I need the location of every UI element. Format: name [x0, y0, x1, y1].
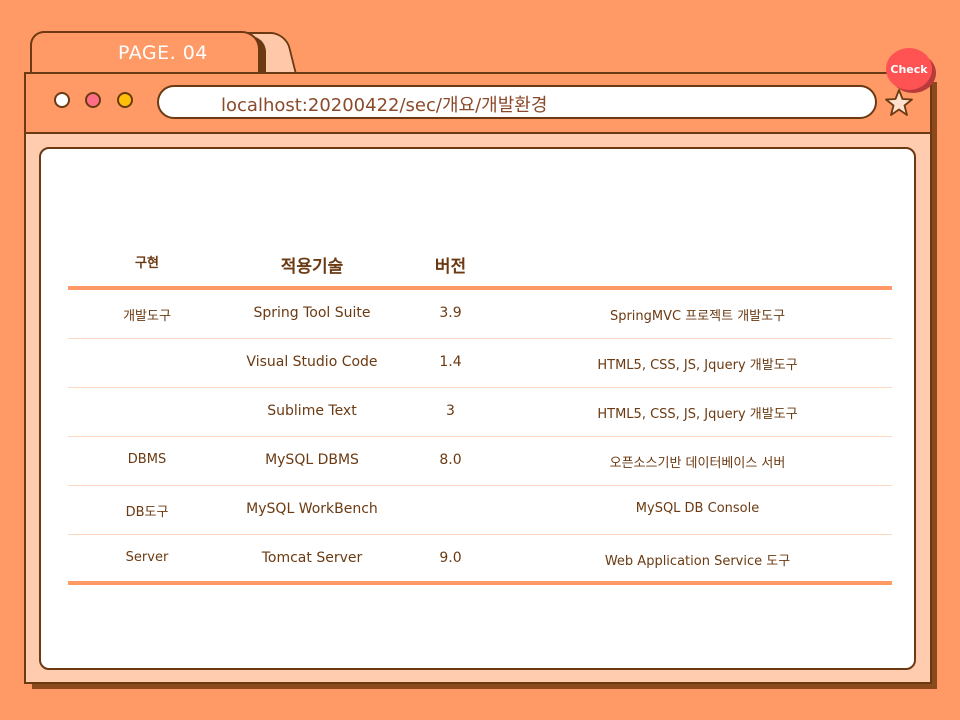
check-badge[interactable]: Check: [886, 48, 932, 90]
cell-category: DB도구: [125, 505, 169, 520]
table-header: 구현 적용기술 버전: [68, 248, 892, 288]
check-label: Check: [890, 62, 928, 76]
address-bar[interactable]: localhost:20200422/sec/개요/개발환경: [157, 85, 877, 119]
table-row: 개발도구 Spring Tool Suite 3.9 SpringMVC 프로젝…: [68, 290, 892, 339]
cell-description: HTML5, CSS, JS, Jquery 개발도구: [597, 358, 798, 373]
cell-version: 3.9: [439, 305, 462, 321]
header-technology: 적용기술: [280, 257, 344, 277]
table-row: DBMS MySQL DBMS 8.0 오픈소스기반 데이터베이스 서버: [68, 437, 892, 486]
cell-description: HTML5, CSS, JS, Jquery 개발도구: [597, 407, 798, 422]
tab-label: PAGE. 04: [118, 42, 208, 64]
header-category: 구현: [135, 256, 159, 271]
address-url: localhost:20200422/sec/개요/개발환경: [221, 95, 548, 116]
cell-technology: Spring Tool Suite: [253, 305, 371, 321]
titlebar-divider: [24, 132, 932, 134]
cell-category: 개발도구: [123, 309, 171, 324]
cell-technology: Tomcat Server: [261, 550, 363, 566]
footer-rule: [68, 581, 892, 585]
cell-technology: Visual Studio Code: [246, 354, 378, 370]
cell-version: 8.0: [439, 452, 462, 468]
cell-version: 3: [446, 403, 455, 419]
cell-description: SpringMVC 프로젝트 개발도구: [609, 309, 786, 324]
cell-version: 9.0: [439, 550, 462, 566]
cell-technology: MySQL DBMS: [265, 452, 359, 468]
cell-technology: Sublime Text: [267, 403, 357, 419]
cell-version: 1.4: [439, 354, 462, 370]
cell-technology: MySQL WorkBench: [246, 501, 378, 517]
browser-illustration: PAGE. 04 localhost:20200422/sec/개요/개발환경 …: [0, 0, 960, 720]
table-row: Sublime Text 3 HTML5, CSS, JS, Jquery 개발…: [68, 388, 892, 437]
cell-description: 오픈소스기반 데이터베이스 서버: [609, 456, 786, 471]
table-row: DB도구 MySQL WorkBench MySQL DB Console: [68, 486, 892, 535]
dev-environment-table: 구현 적용기술 버전 개발도구 Spring Tool Suite 3.9 Sp…: [68, 248, 892, 585]
minimize-dot[interactable]: [85, 92, 101, 108]
maximize-dot[interactable]: [117, 92, 133, 108]
cell-description: MySQL DB Console: [635, 501, 760, 516]
table-row: Server Tomcat Server 9.0 Web Application…: [68, 535, 892, 584]
header-version: 버전: [434, 257, 467, 277]
close-dot[interactable]: [54, 92, 70, 108]
table-row: Visual Studio Code 1.4 HTML5, CSS, JS, J…: [68, 339, 892, 388]
cell-description: Web Application Service 도구: [604, 554, 791, 569]
cell-category: Server: [125, 550, 169, 565]
cell-category: DBMS: [127, 452, 167, 467]
